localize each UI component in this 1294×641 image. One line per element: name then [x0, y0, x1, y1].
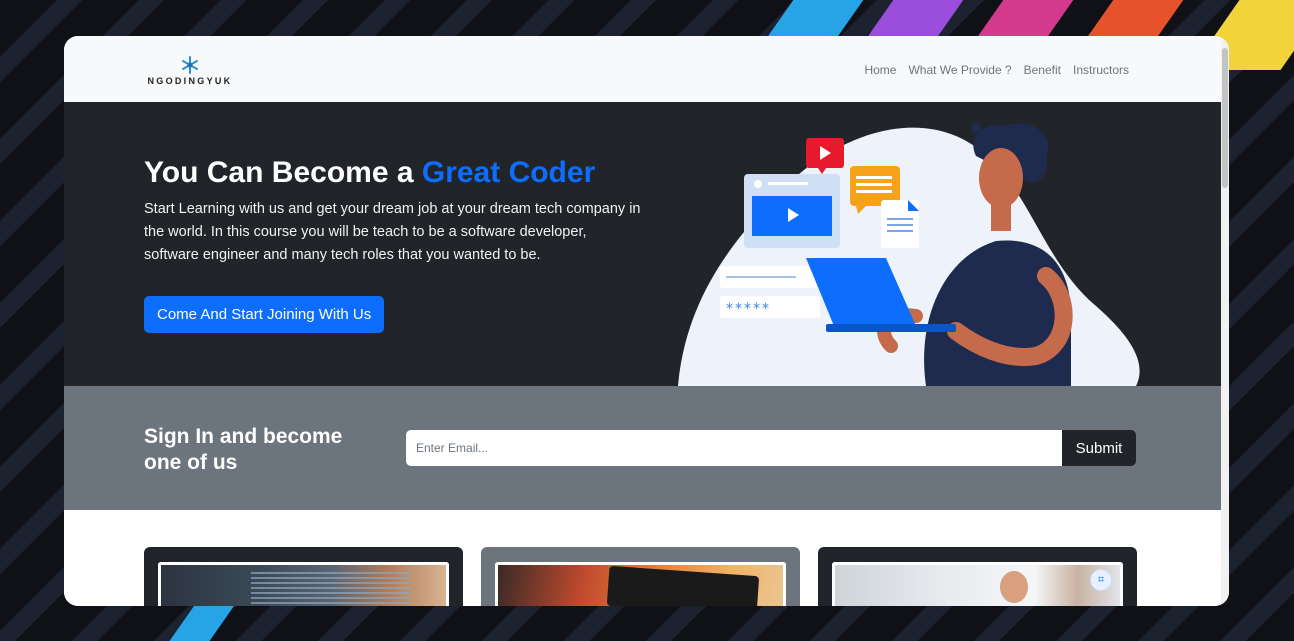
- hero-title: You Can Become a Great Coder: [144, 156, 595, 190]
- scrollbar-thumb[interactable]: [1222, 48, 1228, 188]
- person-graphic: [1000, 571, 1028, 603]
- join-button[interactable]: Come And Start Joining With Us: [144, 296, 385, 333]
- hero-section: You Can Become a Great Coder Start Learn…: [64, 102, 1221, 386]
- brand-logo[interactable]: NGODINGYUK: [144, 56, 236, 86]
- brand-name: NGODINGYUK: [147, 76, 233, 86]
- nav-link-home[interactable]: Home: [864, 63, 896, 77]
- hero-title-highlight: Great Coder: [421, 156, 596, 189]
- card-image-laptop: [495, 562, 786, 606]
- snowflake-icon: [182, 56, 198, 74]
- laptop-graphic: [606, 565, 760, 606]
- browser-window: NGODINGYUK Home What We Provide ? Benefi…: [64, 36, 1229, 606]
- nav-link-what-we-provide[interactable]: What We Provide ?: [908, 63, 1011, 77]
- hero-title-prefix: You Can Become a: [144, 156, 422, 189]
- hero-description: Start Learning with us and get your drea…: [144, 201, 641, 263]
- code-lines-graphic: [251, 569, 411, 604]
- scrollbar[interactable]: [1221, 36, 1229, 606]
- course-card[interactable]: [481, 547, 800, 606]
- course-card[interactable]: ⌗: [818, 547, 1137, 606]
- cards-section: ⌗: [64, 510, 1221, 606]
- submit-button[interactable]: Submit: [1062, 430, 1136, 466]
- course-card[interactable]: [144, 547, 463, 606]
- hero-illustration: *****: [678, 123, 1140, 386]
- nav-link-instructors[interactable]: Instructors: [1073, 63, 1129, 77]
- nav-link-benefit[interactable]: Benefit: [1024, 63, 1061, 77]
- signup-section: Sign In and become one of us Submit: [64, 386, 1221, 510]
- scan-icon[interactable]: ⌗: [1090, 569, 1112, 591]
- card-image-coding: [158, 562, 449, 606]
- navbar: NGODINGYUK Home What We Provide ? Benefi…: [64, 36, 1221, 102]
- nav-links: Home What We Provide ? Benefit Instructo…: [864, 63, 1129, 77]
- signup-heading: Sign In and become one of us: [144, 425, 343, 474]
- card-image-instructor: ⌗: [832, 562, 1123, 606]
- illustration-password: *****: [726, 301, 771, 317]
- email-input[interactable]: [406, 430, 1063, 466]
